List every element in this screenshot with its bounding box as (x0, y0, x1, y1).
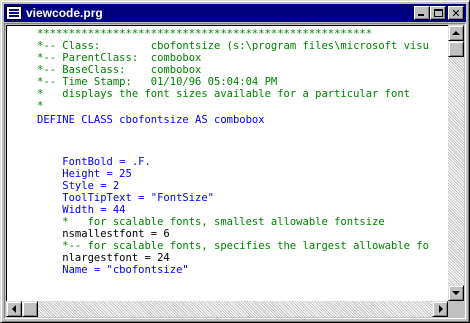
close-icon: ✕ (451, 6, 461, 20)
code-line: ****************************************… (37, 28, 373, 40)
close-button[interactable]: ✕ (448, 6, 464, 20)
document-icon[interactable] (6, 6, 22, 20)
code-line: * (37, 100, 44, 112)
scroll-left-button[interactable] (6, 301, 22, 317)
minimize-button[interactable] (414, 6, 430, 20)
code-line: Width = 44 (37, 204, 126, 216)
window-title: viewcode.prg (26, 6, 103, 20)
code-line: nlargestfont = 24 (37, 252, 170, 264)
size-grip (448, 301, 464, 317)
code-line: *-- Time Stamp: 01/10/96 05:04:04 PM (37, 76, 278, 88)
arrow-right-icon (439, 305, 443, 313)
code-line: Style = 2 (37, 180, 120, 192)
arrow-down-icon (452, 291, 460, 295)
maximize-button[interactable] (430, 6, 446, 20)
minimize-icon (418, 14, 424, 16)
code-line: Name = "cbofontsize" (37, 264, 189, 276)
maximize-icon (434, 9, 443, 17)
scroll-up-button[interactable] (448, 25, 464, 41)
code-line: * displays the font sizes available for … (37, 88, 410, 100)
arrow-up-icon (452, 31, 460, 35)
scroll-down-button[interactable] (448, 285, 464, 301)
code-line: *-- ParentClass: combobox (37, 52, 202, 64)
code-editor[interactable]: ****************************************… (6, 25, 448, 301)
code-line: FontBold = .F. (37, 156, 151, 168)
code-line: nsmallestfont = 6 (37, 228, 170, 240)
horizontal-scrollbar[interactable] (6, 301, 448, 317)
code-line: DEFINE CLASS cbofontsize AS combobox (37, 114, 265, 126)
vertical-scrollbar[interactable] (448, 25, 464, 301)
scroll-right-button[interactable] (432, 301, 448, 317)
horizontal-scroll-thumb[interactable] (22, 301, 38, 317)
title-bar[interactable]: viewcode.prg ✕ (4, 4, 466, 22)
code-line: *-- BaseClass: combobox (37, 64, 202, 76)
code-line: * for scalable fonts, smallest allowable… (37, 216, 385, 228)
code-line: Height = 25 (37, 168, 132, 180)
code-window: viewcode.prg ✕ *************************… (0, 0, 470, 323)
vertical-scroll-thumb[interactable] (448, 41, 464, 57)
arrow-left-icon (12, 305, 16, 313)
code-line: *-- for scalable fonts, specifies the la… (37, 240, 429, 252)
code-line: *-- Class: cbofontsize (s:\program files… (37, 40, 429, 52)
window-client: ****************************************… (4, 23, 466, 319)
code-line: ToolTipText = "FontSize" (37, 192, 215, 204)
